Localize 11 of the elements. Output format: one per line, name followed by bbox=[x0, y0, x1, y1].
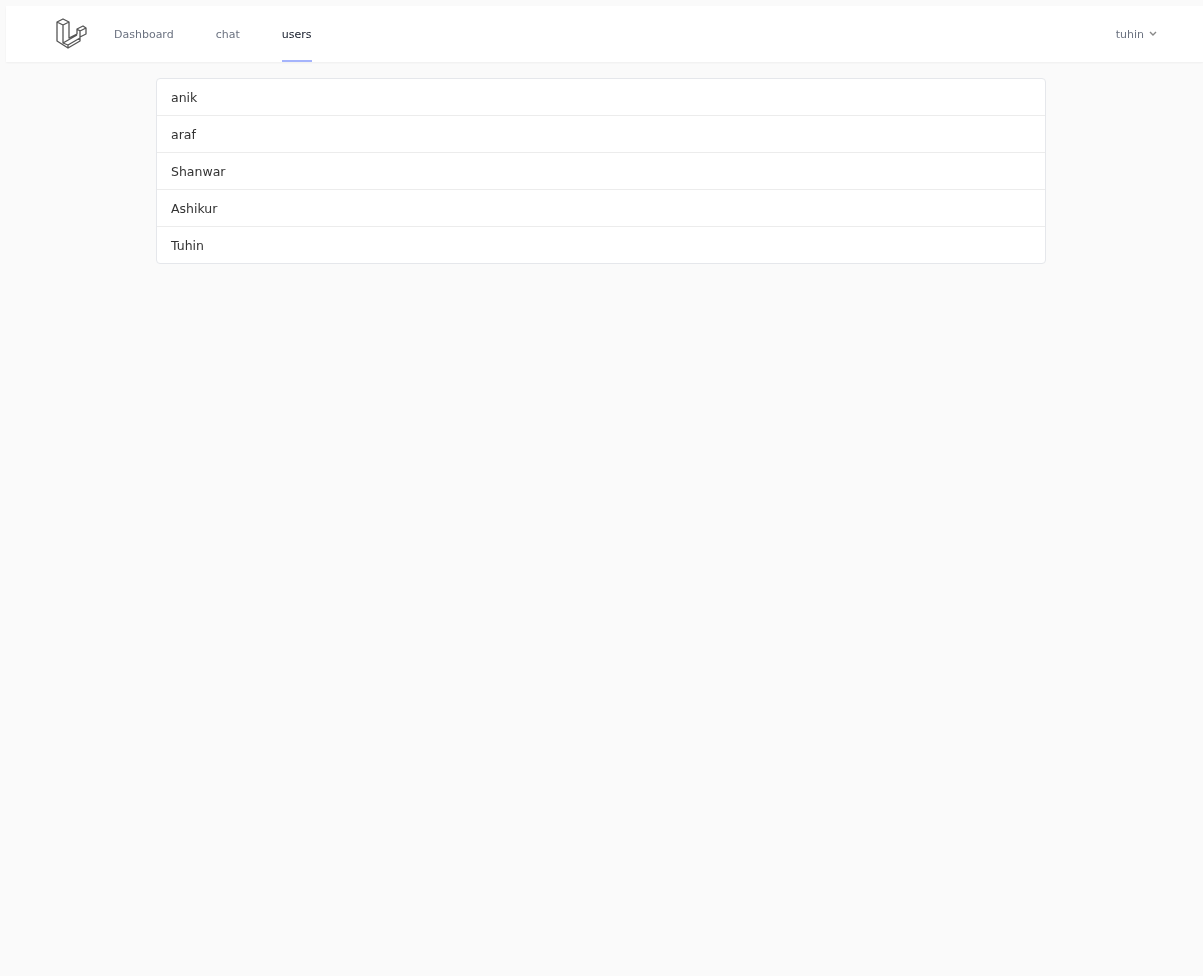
user-item[interactable]: Tuhin bbox=[157, 226, 1045, 263]
nav-link[interactable]: users bbox=[281, 6, 312, 62]
user-item[interactable]: Ashikur bbox=[157, 189, 1045, 226]
user-item[interactable]: Shanwar bbox=[157, 152, 1045, 189]
caret-icon bbox=[1149, 31, 1157, 37]
user-menu[interactable]: tuhin bbox=[1115, 27, 1157, 41]
user-item[interactable]: anik bbox=[157, 79, 1045, 115]
logo-icon bbox=[55, 17, 87, 51]
nav-link[interactable]: chat bbox=[215, 6, 240, 62]
nav-link[interactable]: Dashboard bbox=[114, 6, 174, 62]
user-item[interactable]: araf bbox=[157, 115, 1045, 152]
